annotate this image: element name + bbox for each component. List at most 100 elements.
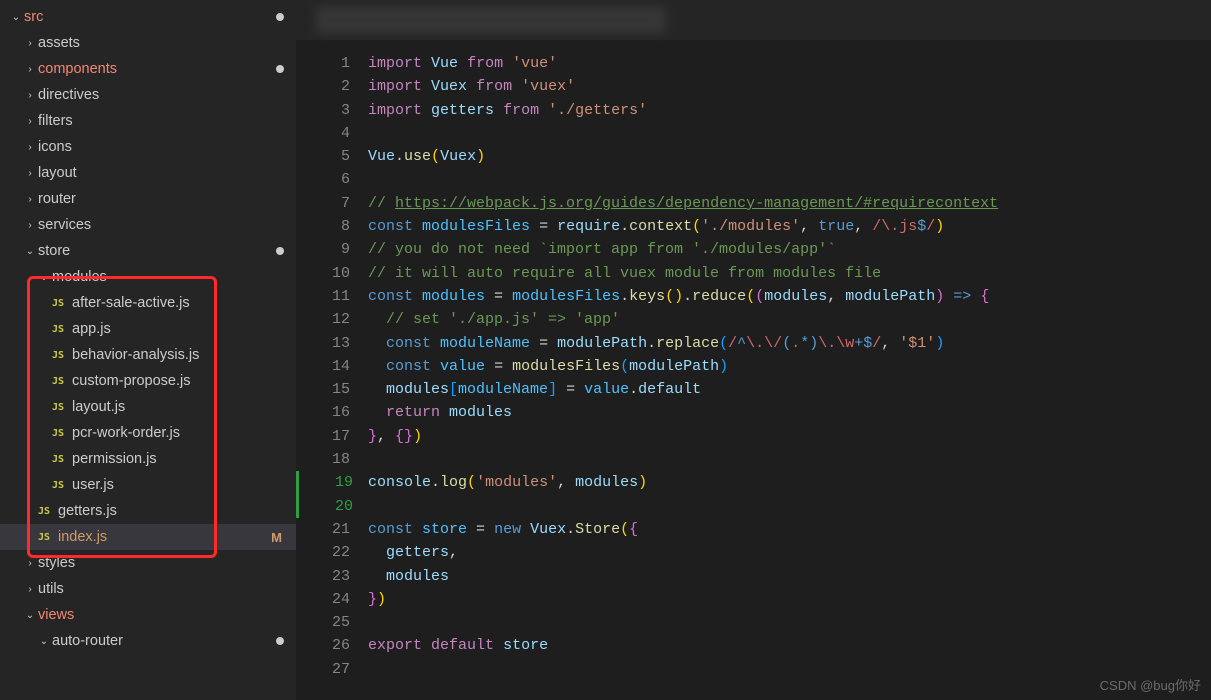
file-getters.js[interactable]: JSgetters.js: [0, 498, 296, 524]
code-line[interactable]: [368, 611, 1211, 634]
line-number: 14: [296, 355, 350, 378]
code-line[interactable]: }): [368, 588, 1211, 611]
line-number: 19: [296, 471, 353, 494]
code-content[interactable]: import Vue from 'vue'import Vuex from 'v…: [368, 52, 1211, 681]
chevron-right-icon: ›: [22, 64, 38, 75]
folder-store[interactable]: ⌄store: [0, 238, 296, 264]
folder-styles[interactable]: ›styles: [0, 550, 296, 576]
code-line[interactable]: [368, 448, 1211, 471]
code-line[interactable]: const modules = modulesFiles.keys().redu…: [368, 285, 1211, 308]
chevron-right-icon: ›: [22, 584, 38, 595]
line-number: 22: [296, 541, 350, 564]
folder-auto-router[interactable]: ⌄auto-router: [0, 628, 296, 654]
chevron-down-icon: ⌄: [36, 636, 52, 647]
folder-layout[interactable]: ›layout: [0, 160, 296, 186]
file-layout.js[interactable]: JSlayout.js: [0, 394, 296, 420]
chevron-right-icon: ›: [22, 220, 38, 231]
code-line[interactable]: // set './app.js' => 'app': [368, 308, 1211, 331]
code-line[interactable]: const value = modulesFiles(modulePath): [368, 355, 1211, 378]
chevron-down-icon: ⌄: [36, 272, 52, 283]
file-user.js[interactable]: JSuser.js: [0, 472, 296, 498]
tab-bar[interactable]: [296, 0, 1211, 40]
js-file-icon: JS: [50, 376, 66, 387]
modified-dot-icon: [276, 637, 284, 645]
code-line[interactable]: // https://webpack.js.org/guides/depende…: [368, 192, 1211, 215]
chevron-right-icon: ›: [22, 168, 38, 179]
chevron-right-icon: ›: [22, 38, 38, 49]
code-line[interactable]: Vue.use(Vuex): [368, 145, 1211, 168]
line-number: 6: [296, 168, 350, 191]
code-line[interactable]: [368, 168, 1211, 191]
folder-components[interactable]: ›components: [0, 56, 296, 82]
folder-assets[interactable]: ›assets: [0, 30, 296, 56]
code-line[interactable]: import Vuex from 'vuex': [368, 75, 1211, 98]
js-file-icon: JS: [50, 402, 66, 413]
file-after-sale-active.js[interactable]: JSafter-sale-active.js: [0, 290, 296, 316]
code-area[interactable]: 1234567891011121314151617181920212223242…: [296, 40, 1211, 681]
line-number: 8: [296, 215, 350, 238]
file-index.js[interactable]: JSindex.jsM: [0, 524, 296, 550]
chevron-right-icon: ›: [22, 194, 38, 205]
code-line[interactable]: getters,: [368, 541, 1211, 564]
folder-utils[interactable]: ›utils: [0, 576, 296, 602]
js-file-icon: JS: [50, 324, 66, 335]
file-explorer[interactable]: ⌄src›assets›components›directives›filter…: [0, 0, 296, 700]
code-line[interactable]: }, {}): [368, 425, 1211, 448]
code-line[interactable]: modules: [368, 565, 1211, 588]
code-line[interactable]: import getters from './getters': [368, 99, 1211, 122]
line-number: 18: [296, 448, 350, 471]
chevron-down-icon: ⌄: [8, 12, 24, 23]
code-line[interactable]: modules[moduleName] = value.default: [368, 378, 1211, 401]
file-behavior-analysis.js[interactable]: JSbehavior-analysis.js: [0, 342, 296, 368]
line-number: 15: [296, 378, 350, 401]
code-line[interactable]: export default store: [368, 634, 1211, 657]
line-number: 10: [296, 262, 350, 285]
code-line[interactable]: const moduleName = modulePath.replace(/^…: [368, 332, 1211, 355]
code-line[interactable]: const modulesFiles = require.context('./…: [368, 215, 1211, 238]
line-number: 11: [296, 285, 350, 308]
file-pcr-work-order.js[interactable]: JSpcr-work-order.js: [0, 420, 296, 446]
folder-services[interactable]: ›services: [0, 212, 296, 238]
line-number: 20: [296, 495, 353, 518]
folder-views[interactable]: ⌄views: [0, 602, 296, 628]
folder-directives[interactable]: ›directives: [0, 82, 296, 108]
js-file-icon: JS: [50, 350, 66, 361]
line-number: 24: [296, 588, 350, 611]
folder-filters[interactable]: ›filters: [0, 108, 296, 134]
folder-src[interactable]: ⌄src: [0, 4, 296, 30]
line-number: 7: [296, 192, 350, 215]
line-number: 4: [296, 122, 350, 145]
editor[interactable]: 1234567891011121314151617181920212223242…: [296, 0, 1211, 700]
folder-icons[interactable]: ›icons: [0, 134, 296, 160]
code-line[interactable]: [368, 122, 1211, 145]
file-app.js[interactable]: JSapp.js: [0, 316, 296, 342]
line-number: 27: [296, 658, 350, 681]
line-gutter: 1234567891011121314151617181920212223242…: [296, 52, 368, 681]
js-file-icon: JS: [50, 480, 66, 491]
line-number: 5: [296, 145, 350, 168]
folder-modules[interactable]: ⌄modules: [0, 264, 296, 290]
code-line[interactable]: console.log('modules', modules): [368, 471, 1211, 494]
line-number: 12: [296, 308, 350, 331]
blurred-tab: [316, 6, 666, 34]
code-line[interactable]: const store = new Vuex.Store({: [368, 518, 1211, 541]
line-number: 3: [296, 99, 350, 122]
file-permission.js[interactable]: JSpermission.js: [0, 446, 296, 472]
modified-dot-icon: [276, 65, 284, 73]
line-number: 13: [296, 332, 350, 355]
code-line[interactable]: // you do not need `import app from './m…: [368, 238, 1211, 261]
modified-dot-icon: [276, 247, 284, 255]
code-line[interactable]: [368, 495, 1211, 518]
folder-router[interactable]: ›router: [0, 186, 296, 212]
code-line[interactable]: // it will auto require all vuex module …: [368, 262, 1211, 285]
line-number: 23: [296, 565, 350, 588]
line-number: 9: [296, 238, 350, 261]
chevron-right-icon: ›: [22, 558, 38, 569]
code-line[interactable]: return modules: [368, 401, 1211, 424]
line-number: 16: [296, 401, 350, 424]
line-number: 25: [296, 611, 350, 634]
code-line[interactable]: import Vue from 'vue': [368, 52, 1211, 75]
js-file-icon: JS: [36, 532, 52, 543]
code-line[interactable]: [368, 658, 1211, 681]
file-custom-propose.js[interactable]: JScustom-propose.js: [0, 368, 296, 394]
